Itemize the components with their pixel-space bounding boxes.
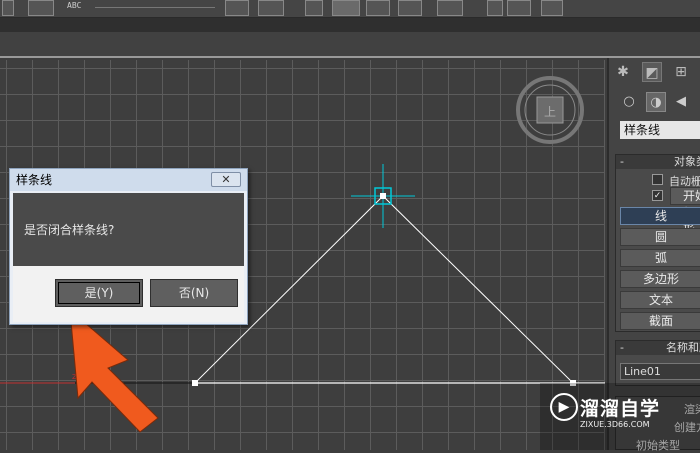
circle-button[interactable]: 圆 [620, 228, 700, 246]
toolbar-separator [0, 18, 700, 32]
toolbar-icon-3[interactable] [225, 0, 249, 16]
no-button[interactable]: 否(N) [150, 279, 238, 307]
toolbar-icon-4[interactable] [258, 0, 284, 16]
autogrid-checkbox[interactable] [652, 174, 663, 185]
spline-vertex[interactable] [192, 380, 198, 386]
geometry-icon[interactable]: ○ [619, 92, 639, 112]
name-color-header[interactable]: - 名称和颜色 [616, 341, 700, 355]
start-new-shape-checkbox[interactable]: ✓ [652, 190, 663, 201]
spline-line[interactable] [194, 195, 574, 384]
toolbar-icon-1[interactable] [2, 0, 14, 16]
name-color-title: 名称和颜色 [666, 341, 700, 354]
arc-button[interactable]: 弧 [620, 249, 700, 267]
toolbar-icon-10[interactable] [487, 0, 503, 16]
abc-icon[interactable]: ABC [67, 1, 81, 10]
main-toolbar: ABC [0, 0, 700, 18]
spline-vertex[interactable] [380, 193, 386, 199]
watermark-logo-icon: ▶ [550, 393, 578, 421]
start-new-shape-button[interactable]: 开始新图形 [670, 187, 700, 237]
dialog-footer: 是(Y) 否(N) [13, 266, 244, 322]
watermark-url: ZIXUE.3D66.COM [580, 420, 650, 429]
shapes-icon[interactable]: ◑ [646, 92, 666, 112]
dialog-body: 是否闭合样条线? [13, 193, 244, 266]
object-type-header[interactable]: - 对象类型 [616, 155, 700, 169]
toolbar-icon-5[interactable] [305, 0, 323, 16]
toolbar-icon-12[interactable] [541, 0, 563, 16]
toolbar-slider[interactable] [95, 7, 215, 8]
dialog-titlebar[interactable]: 样条线 ✕ [10, 169, 247, 191]
modify-tab-icon[interactable]: ◩ [642, 62, 662, 82]
object-name-field[interactable]: Line01 [620, 363, 700, 380]
category-dropdown[interactable]: 样条线 [620, 121, 700, 139]
lights-icon[interactable]: ◀ [671, 92, 691, 112]
panel-tabs: ✱ ◩ ⊞ ◎ [609, 58, 700, 86]
close-icon[interactable]: ✕ [211, 172, 241, 187]
create-tab-icon[interactable]: ✱ [613, 62, 633, 82]
dialog-title: 样条线 [16, 173, 53, 187]
object-type-title: 对象类型 [674, 155, 700, 168]
hierarchy-tab-icon[interactable]: ⊞ [671, 62, 691, 82]
toolbar-icon-8[interactable] [398, 0, 422, 16]
ribbon-bar [0, 32, 700, 58]
line-button[interactable]: 线 [620, 207, 700, 225]
name-color-rollout: - 名称和颜色 Line01 [615, 340, 700, 386]
section-button[interactable]: 截面 [620, 312, 700, 330]
yes-button[interactable]: 是(Y) [55, 279, 143, 307]
text-button[interactable]: 文本 [620, 291, 700, 309]
collapse-icon: - [620, 341, 624, 354]
pointer-arrow [69, 308, 159, 433]
view-cube[interactable]: 上 [516, 76, 584, 144]
toolbar-icon-7[interactable] [366, 0, 390, 16]
ngon-button[interactable]: 多边形 [620, 270, 700, 288]
dialog-message: 是否闭合样条线? [24, 223, 115, 237]
cameras-icon[interactable]: ▪ [695, 92, 700, 112]
watermark: ▶ 溜溜自学 ZIXUE.3D66.COM [540, 383, 700, 450]
toolbar-icon-2[interactable] [28, 0, 54, 16]
toolbar-icon-9[interactable] [437, 0, 463, 16]
close-spline-dialog: 样条线 ✕ 是否闭合样条线? 是(Y) 否(N) [9, 168, 248, 325]
toolbar-icon-11[interactable] [507, 0, 531, 16]
view-cube-label: 上 [544, 105, 556, 119]
collapse-icon: - [620, 155, 624, 168]
create-subcategories: ○ ◑ ◀ ▪ [609, 92, 700, 116]
watermark-name: 溜溜自学 [580, 398, 661, 420]
object-type-rollout: - 对象类型 自动栅格 ✓ 开始新图形 线 圆 弧 多边形 文本 截面 [615, 154, 700, 332]
toolbar-icon-6[interactable] [332, 0, 360, 16]
